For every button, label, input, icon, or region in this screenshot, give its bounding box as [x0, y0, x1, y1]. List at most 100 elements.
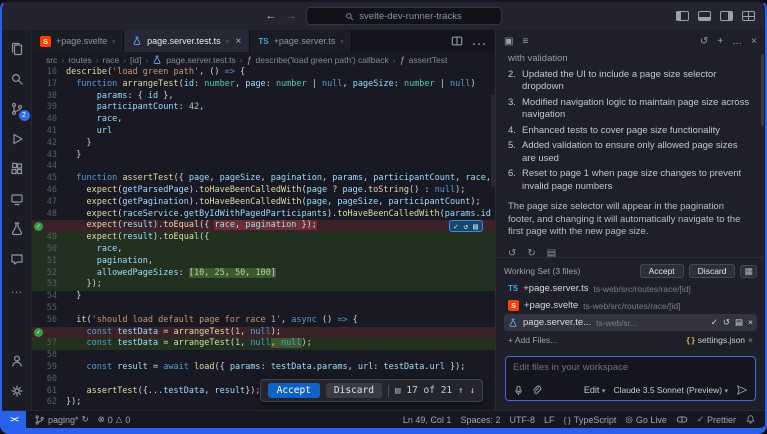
sidebar-item-source-control[interactable]: 2 [2, 94, 32, 124]
history-back-icon[interactable]: ← [266, 10, 277, 22]
chat-input[interactable]: Edit files in your workspace Edit ▾ Clau… [505, 356, 756, 401]
line-number: 51 [45, 256, 66, 268]
breadcrumb-item[interactable]: describe('load green path') callback [256, 55, 389, 65]
toggle-diff-icon[interactable]: ▤ [473, 222, 478, 231]
undo-edit-icon[interactable]: ↺ [508, 248, 516, 258]
add-files-button[interactable]: + Add Files... [508, 335, 557, 345]
title-bar: ← → svelte-dev-runner-tracks [2, 2, 765, 30]
problems-status[interactable]: ⊗ 0 △ 0 [98, 414, 131, 425]
discard-all-button[interactable]: Discard [689, 264, 736, 278]
accept-file-icon[interactable]: ✓ [711, 317, 718, 328]
remove-file-icon[interactable]: × [748, 317, 753, 328]
sidebar-item-remote-explorer[interactable] [2, 184, 32, 214]
list-icon[interactable]: ≡ [522, 36, 528, 47]
next-change-icon[interactable]: ↓ [470, 386, 475, 396]
breadcrumb-separator: › [393, 55, 396, 65]
code-line: 41 url [32, 126, 495, 138]
history-forward-icon[interactable]: → [286, 10, 297, 22]
change-accepted-icon[interactable]: ✓ [34, 328, 43, 337]
view-all-edits-icon[interactable]: ▦ [740, 265, 757, 278]
breadcrumb-item[interactable]: routes [68, 55, 92, 65]
accounts-button[interactable] [2, 346, 32, 376]
mode-selector[interactable]: Edit ▾ [584, 385, 606, 395]
eol-status[interactable]: LF [544, 415, 555, 425]
notifications-button[interactable] [745, 414, 756, 425]
sidebar-item-explorer[interactable] [2, 34, 32, 64]
dismiss-suggestion-icon[interactable]: × [748, 335, 753, 345]
new-session-icon[interactable]: + [717, 36, 723, 47]
code-line: 52 allowedPageSizes: [10, 25, 50, 100] [32, 268, 495, 280]
toggle-primary-sidebar-icon[interactable] [676, 11, 689, 21]
redo-edit-icon[interactable]: ↻ [527, 248, 535, 258]
tab-page-server-ts[interactable]: TS +page.server.ts ▫ [250, 30, 352, 52]
split-editor-icon[interactable] [451, 35, 463, 47]
prettier-status[interactable]: ✓ Prettier [697, 414, 736, 425]
model-selector[interactable]: Claude 3.5 Sonnet (Preview) ▾ [613, 385, 728, 395]
sidebar-item-extensions[interactable] [2, 154, 32, 184]
response-more-icon[interactable]: ▤ [547, 248, 556, 258]
working-set-file[interactable]: S+page.sveltets-web/src/routes/race/[id] [504, 297, 757, 314]
code-editor[interactable]: 16describe('load green path', () => {17 … [32, 67, 495, 410]
copilot-status[interactable] [676, 415, 688, 424]
diff-icon[interactable]: ▤ [395, 386, 400, 396]
working-set-file[interactable]: TS+page.server.tsts-web/src/routes/race/… [504, 280, 757, 297]
toggle-secondary-sidebar-icon[interactable] [720, 11, 733, 21]
activity-bar: 2 … [2, 30, 32, 410]
cursor-position[interactable]: Ln 49, Col 1 [403, 415, 452, 425]
settings-button[interactable] [2, 376, 32, 406]
breadcrumb-separator: › [61, 55, 64, 65]
code-line: 55 [32, 303, 495, 315]
command-center-search[interactable]: svelte-dev-runner-tracks [306, 7, 502, 25]
send-icon[interactable] [736, 384, 748, 396]
activity-more[interactable]: … [2, 274, 32, 304]
panel-scrollbar[interactable] [761, 54, 764, 126]
go-live-button[interactable]: ◎ Go Live [625, 414, 666, 425]
chevron-down-icon: ▾ [724, 388, 728, 395]
copilot-icon [676, 415, 688, 424]
toggle-panel-icon[interactable] [698, 11, 711, 21]
encoding-status[interactable]: UTF-8 [509, 415, 535, 425]
attach-context-icon[interactable] [531, 385, 542, 396]
previous-change-icon[interactable]: ↑ [458, 386, 463, 396]
panel-close-icon[interactable]: × [751, 36, 757, 47]
accept-button[interactable]: Accept [268, 383, 320, 398]
editor-more-icon[interactable]: … [471, 32, 487, 50]
sidebar-item-chat[interactable] [2, 244, 32, 274]
accept-change-icon[interactable]: ✓ [454, 222, 459, 231]
discard-button[interactable]: Discard [326, 383, 382, 398]
panel-more-icon[interactable]: … [732, 36, 742, 47]
editor-scrollbar[interactable] [491, 67, 495, 410]
breadcrumb-item[interactable]: [id] [130, 55, 141, 65]
editor-group: S +page.svelte ▫ page.server.test.ts ▫ ×… [32, 30, 495, 410]
sidebar-item-search[interactable] [2, 64, 32, 94]
tab-page-svelte[interactable]: S +page.svelte ▫ [32, 30, 124, 52]
change-accepted-icon[interactable]: ✓ [34, 222, 43, 231]
breadcrumb-item[interactable]: race [103, 55, 120, 65]
indentation-status[interactable]: Spaces: 2 [460, 415, 500, 425]
keep-open-icon[interactable]: ▫ [112, 37, 115, 46]
sidebar-item-run-debug[interactable] [2, 124, 32, 154]
remote-indicator[interactable]: >< [2, 411, 26, 428]
microphone-icon[interactable] [513, 385, 524, 396]
discard-file-icon[interactable]: ↺ [723, 317, 730, 328]
breadcrumb-item[interactable]: src [46, 55, 57, 65]
customize-layout-icon[interactable] [742, 11, 755, 21]
view-changes-icon[interactable]: ▣ [504, 36, 513, 47]
close-icon[interactable]: × [236, 36, 242, 47]
code-line: 44 [32, 161, 495, 173]
history-icon[interactable]: ↺ [700, 36, 708, 47]
breadcrumb-item[interactable]: page.server.test.ts [166, 55, 235, 65]
language-mode[interactable]: { } TypeScript [563, 415, 616, 425]
chevron-down-icon: ▾ [602, 388, 606, 395]
accept-all-button[interactable]: Accept [640, 264, 684, 278]
working-set-file[interactable]: page.server.te...ts-web/sr...✓↺▤× [504, 314, 757, 331]
open-diff-icon[interactable]: ▤ [735, 317, 743, 328]
pin-icon[interactable]: ▫ [226, 37, 229, 46]
suggested-file-chip[interactable]: { } settings.json × [686, 335, 753, 345]
discard-change-icon[interactable]: ↺ [463, 222, 468, 231]
keep-open-icon[interactable]: ▫ [340, 37, 343, 46]
sidebar-item-testing[interactable] [2, 214, 32, 244]
breadcrumb-item[interactable]: assertTest [409, 55, 448, 65]
tab-page-server-test[interactable]: page.server.test.ts ▫ × [124, 30, 250, 52]
git-branch-status[interactable]: paging* ↻ [34, 414, 89, 426]
